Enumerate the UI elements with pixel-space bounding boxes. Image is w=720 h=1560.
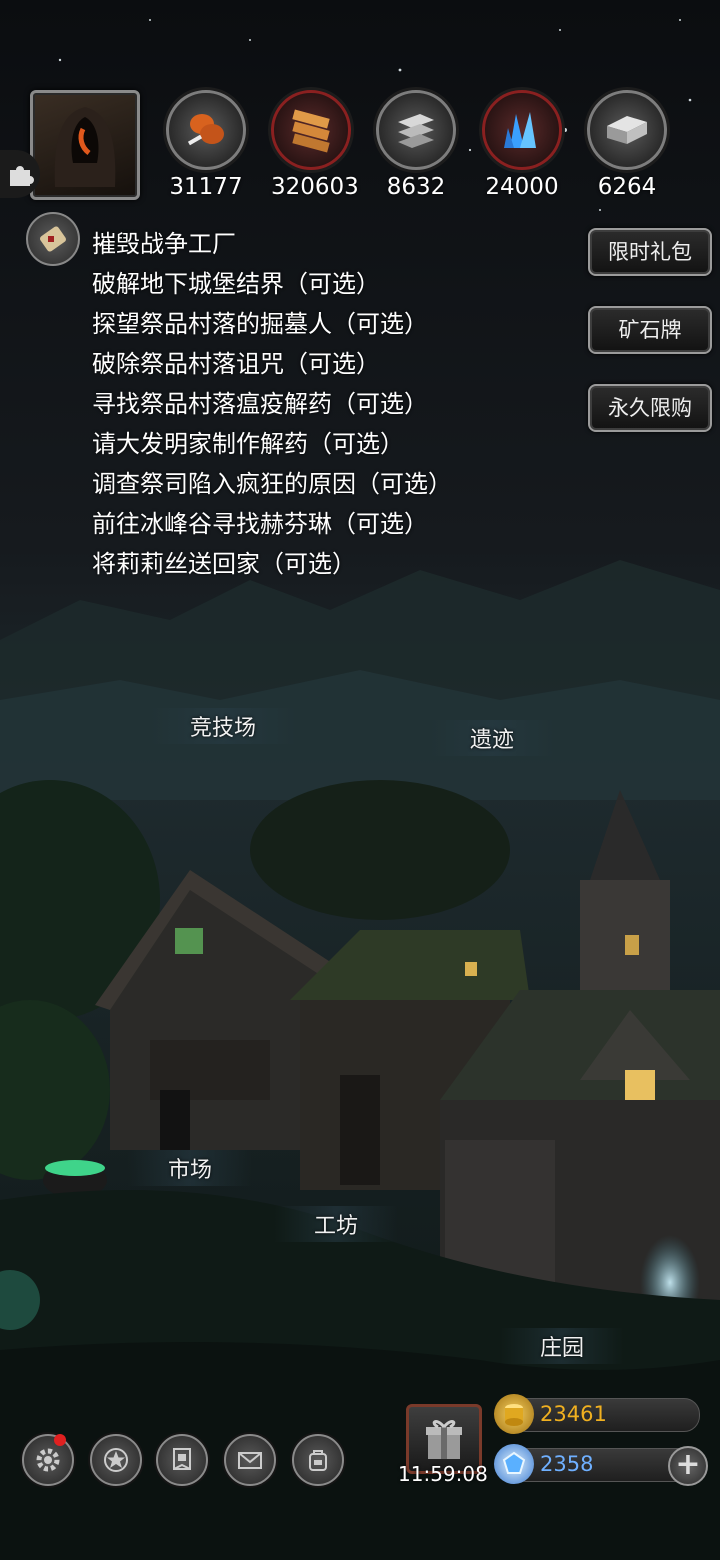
quest-item[interactable]: 调查祭司陷入疯狂的原因（可选）	[92, 464, 452, 504]
resource-value: 6264	[597, 174, 657, 200]
bag-button[interactable]	[292, 1434, 344, 1486]
gold-coins-icon	[494, 1394, 534, 1434]
resource-value: 320603	[271, 174, 359, 200]
location-workshop[interactable]: 工坊	[274, 1206, 399, 1242]
quest-item[interactable]: 破解地下城堡结界（可选）	[92, 264, 452, 304]
iron-ingot-icon	[587, 90, 667, 170]
add-gems-button[interactable]: +	[668, 1446, 708, 1486]
resource-meat[interactable]: 31177	[166, 90, 246, 200]
star-medal-icon	[104, 1448, 128, 1472]
envelope-icon	[238, 1452, 262, 1469]
location-manor[interactable]: 庄园	[500, 1328, 625, 1364]
resource-iron[interactable]: 6264	[587, 90, 667, 200]
wood-planks-icon	[271, 90, 351, 170]
resource-crystal[interactable]: 24000	[482, 90, 562, 200]
ore-card-button[interactable]: 矿石牌	[588, 306, 712, 354]
resource-value: 24000	[485, 174, 559, 200]
gift-timer: 11:59:08	[398, 1462, 488, 1486]
quest-scroll-icon[interactable]	[26, 212, 80, 266]
location-market[interactable]: 市场	[128, 1150, 253, 1186]
resource-value: 31177	[169, 174, 243, 200]
quest-item[interactable]: 请大发明家制作解药（可选）	[92, 424, 452, 464]
settings-button[interactable]	[22, 1434, 74, 1486]
resource-value: 8632	[386, 174, 446, 200]
player-avatar[interactable]	[30, 90, 140, 200]
quest-list: 摧毁战争工厂 破解地下城堡结界（可选） 探望祭品村落的掘墓人（可选） 破除祭品村…	[92, 224, 452, 584]
blue-gem-icon	[494, 1444, 534, 1484]
quest-item[interactable]: 将莉莉丝送回家（可选）	[92, 544, 452, 584]
achievement-button[interactable]	[90, 1434, 142, 1486]
backpack-icon	[309, 1450, 327, 1471]
gift-icon	[426, 1420, 462, 1459]
notification-dot	[54, 1434, 66, 1446]
resource-stone[interactable]: 8632	[376, 90, 456, 200]
quest-item[interactable]: 摧毁战争工厂	[92, 224, 452, 264]
permanent-limit-button[interactable]: 永久限购	[588, 384, 712, 432]
hooded-figure-icon	[54, 107, 116, 187]
quest-item[interactable]: 探望祭品村落的掘墓人（可选）	[92, 304, 452, 344]
location-arena[interactable]: 竞技场	[150, 708, 297, 744]
blue-crystal-icon	[482, 90, 562, 170]
quest-item[interactable]: 寻找祭品村落瘟疫解药（可选）	[92, 384, 452, 424]
gem-amount: 2358	[540, 1452, 594, 1476]
stone-bricks-icon	[376, 90, 456, 170]
quest-item[interactable]: 破除祭品村落诅咒（可选）	[92, 344, 452, 384]
resource-wood[interactable]: 320603	[271, 90, 359, 200]
gear-icon	[36, 1448, 60, 1472]
meat-icon	[166, 90, 246, 170]
location-ruins[interactable]: 遗迹	[430, 720, 555, 756]
mail-button[interactable]	[224, 1434, 276, 1486]
quest-item[interactable]: 前往冰峰谷寻找赫芬琳（可选）	[92, 504, 452, 544]
gold-amount: 23461	[540, 1402, 607, 1426]
limited-pack-button[interactable]: 限时礼包	[588, 228, 712, 276]
guild-button[interactable]	[156, 1434, 208, 1486]
banner-icon	[173, 1448, 191, 1470]
